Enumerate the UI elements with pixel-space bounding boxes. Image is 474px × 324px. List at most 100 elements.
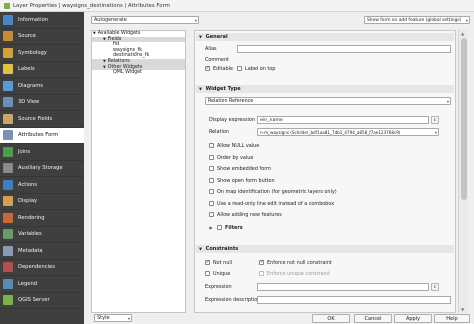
widget-option-checkbox[interactable] — [209, 154, 214, 160]
sidebar-item-label: Actions — [18, 181, 37, 188]
form-scrollbar[interactable]: ▲ ▼ — [458, 30, 468, 313]
sidebar-item-label: Metadata — [18, 247, 43, 254]
filters-expand-icon[interactable]: ▶ — [207, 224, 215, 232]
sidebar-item-label: Rendering — [18, 214, 45, 221]
widget-option-checkbox[interactable] — [209, 166, 214, 171]
available-widgets-tree[interactable]: ▼ Available Widgets ▼ Fields fid waysigns_fk d… — [91, 30, 186, 313]
chevron-down-icon: ▾ — [194, 18, 197, 23]
sidebar-item-symbology[interactable]: Symbology — [0, 45, 84, 62]
widget-option-label: Allow NULL value — [217, 143, 260, 149]
sidebar-item-labels[interactable]: Labels — [0, 62, 84, 78]
widget-option-checkbox[interactable] — [209, 200, 214, 206]
metadata-icon — [3, 245, 13, 256]
info-icon — [3, 14, 13, 25]
relation-label: Relation — [209, 129, 229, 135]
sidebar-item-display[interactable]: Display — [0, 194, 84, 210]
sidebar-item-dependencies[interactable]: Dependencies — [0, 260, 84, 276]
sidebar-item-label: QGIS Server — [18, 297, 50, 304]
label-on-top-checkbox[interactable] — [237, 66, 242, 71]
style-label: Style — [97, 315, 110, 321]
sidebar-item-rendering[interactable]: Rendering — [0, 210, 84, 227]
actions-icon — [3, 179, 13, 190]
widget-option-label: Order by value — [217, 154, 254, 161]
show-form-value: Show form on add feature (global setting… — [367, 18, 462, 23]
expression-builder-icon[interactable]: ε — [431, 116, 439, 124]
expression-input[interactable] — [257, 283, 429, 291]
sidebar-item-legend[interactable]: Legend — [0, 276, 84, 293]
help-button[interactable]: Help — [434, 314, 470, 323]
style-menu-button[interactable]: Style ▾ — [94, 314, 132, 322]
comment-label: Comment — [205, 57, 229, 63]
widget-option-checkbox[interactable] — [209, 177, 214, 183]
tree-expand-icon[interactable]: ▼ — [103, 37, 106, 41]
widget-type-value: Relation Reference — [208, 99, 254, 104]
widget-option-checkbox[interactable] — [209, 189, 214, 194]
layout-toolbar: Autogenerate ▾ Show form on add feature … — [84, 12, 474, 27]
tree-item-label: fid — [113, 42, 120, 48]
widget-type-section-header[interactable]: ▼ Widget Type — [196, 85, 454, 93]
tree-expand-icon[interactable]: ▼ — [103, 65, 106, 69]
legend-icon — [3, 278, 13, 289]
editable-checkbox[interactable]: ✓ — [205, 66, 210, 71]
sidebar-item-label: Labels — [18, 66, 35, 73]
general-section-header[interactable]: ▼ General — [196, 33, 454, 41]
sidebar-item-metadata[interactable]: Metadata — [0, 243, 84, 260]
dependencies-icon — [3, 262, 13, 273]
window-titlebar: Layer Properties | waysigns_destinations… — [0, 0, 474, 12]
sidebar-item-source[interactable]: Source — [0, 29, 84, 45]
widget-type-select[interactable]: Relation Reference ▾ — [205, 97, 451, 105]
not-null-label: Not null — [213, 260, 233, 266]
sidebar-item-attributes-form[interactable]: Attributes Form — [0, 127, 84, 144]
tree-expand-icon[interactable]: ▼ — [103, 59, 106, 63]
show-form-select[interactable]: Show form on add feature (global setting… — [364, 16, 470, 24]
chevron-down-icon: ▾ — [446, 99, 449, 104]
rendering-icon — [3, 212, 13, 223]
sidebar-item-label: Legend — [18, 280, 38, 287]
scroll-up-icon[interactable]: ▲ — [461, 31, 464, 36]
sidebar-item-auxiliary-storage[interactable]: Auxiliary Storage — [0, 161, 84, 177]
expression-description-label: Expression description — [205, 297, 261, 303]
scroll-down-icon[interactable]: ▼ — [461, 307, 464, 312]
scrollbar-thumb[interactable] — [461, 38, 467, 200]
not-null-checkbox[interactable]: ✓ — [205, 260, 210, 265]
expression-builder-icon[interactable]: ε — [431, 283, 439, 291]
widget-option-checkbox[interactable] — [209, 212, 214, 217]
relation-select[interactable]: n-m_waysigns (Schilder_bdf1aa81_7db1_479… — [257, 128, 439, 136]
variables-icon — [3, 229, 13, 240]
cancel-button[interactable]: Cancel — [354, 314, 392, 323]
sidebar-item-joins[interactable]: Joins — [0, 144, 84, 161]
enforce-unique-label: Enforce unique constraint — [267, 271, 331, 277]
tree-item[interactable]: QML Widget — [92, 70, 185, 76]
ok-button[interactable]: OK — [312, 314, 350, 323]
widget-option-label: Show open form button — [217, 177, 275, 184]
sidebar-item-label: Information — [18, 16, 49, 23]
tree-expand-icon[interactable]: ▼ — [93, 31, 96, 35]
layout-mode-value: Autogenerate — [94, 18, 127, 23]
widget-option-checkbox[interactable] — [209, 143, 214, 148]
relation-value: n-m_waysigns (Schilder_bdf1aa81_7db1_479… — [260, 130, 401, 135]
sidebar-item-label: Diagrams — [18, 82, 43, 89]
alias-input[interactable] — [237, 45, 451, 53]
filters-checkbox[interactable] — [217, 225, 222, 230]
sidebar-item-variables[interactable]: Variables — [0, 227, 84, 243]
enforce-unique-checkbox[interactable] — [259, 271, 264, 276]
sidebar-item-source-fields[interactable]: Source Fields — [0, 111, 84, 128]
3d-view-icon — [3, 97, 13, 108]
constraints-section-header[interactable]: ▼ Constraints — [196, 245, 454, 253]
enforce-not-null-label: Enforce not null constraint — [267, 260, 332, 266]
layout-mode-select[interactable]: Autogenerate ▾ — [91, 16, 199, 24]
sidebar-item-3d-view[interactable]: 3D View — [0, 95, 84, 111]
symbology-icon — [3, 47, 13, 58]
sidebar-item-diagrams[interactable]: Diagrams — [0, 78, 84, 95]
source-fields-icon — [3, 113, 13, 124]
enforce-not-null-checkbox[interactable]: ✓ — [259, 260, 264, 265]
chevron-down-icon: ▼ — [199, 246, 202, 251]
widget-option-label: Allow adding new features — [217, 212, 282, 218]
expression-description-input[interactable] — [257, 296, 451, 304]
display-expression-input[interactable]: ein_name — [257, 116, 429, 124]
sidebar-item-actions[interactable]: Actions — [0, 177, 84, 194]
unique-checkbox[interactable] — [205, 271, 210, 276]
apply-button[interactable]: Apply — [394, 314, 432, 323]
sidebar-item-qgis-server[interactable]: QGIS Server — [0, 293, 84, 309]
sidebar-item-info[interactable]: Information — [0, 12, 84, 29]
